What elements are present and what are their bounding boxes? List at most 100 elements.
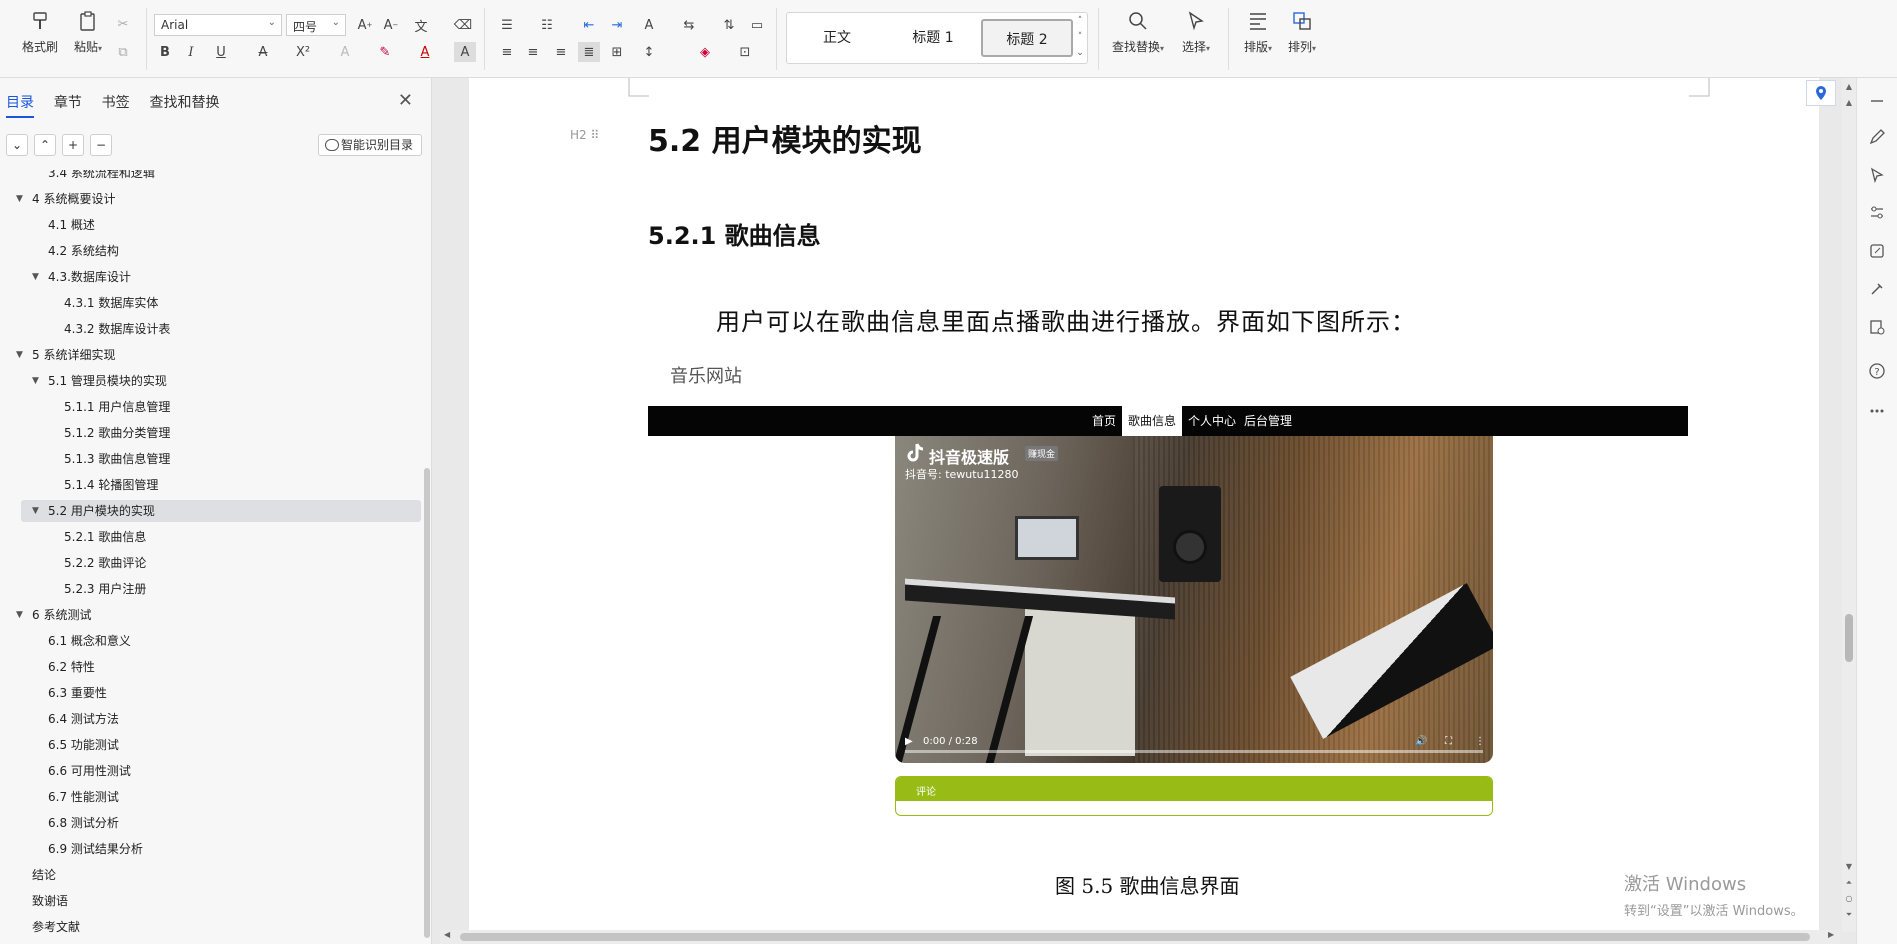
scroll-up-icon[interactable]: ▲ <box>1842 98 1856 107</box>
toc-item[interactable]: 参考文献 <box>0 916 424 938</box>
expand-toggle-icon[interactable]: ▼ <box>16 604 23 626</box>
toc-item[interactable]: 4.2 系统结构 <box>0 240 424 262</box>
distribute-icon[interactable]: ⊞ <box>606 42 628 62</box>
toc-item[interactable]: 6.5 功能测试 <box>0 734 424 756</box>
font-color-icon[interactable]: A <box>414 42 436 62</box>
shrink-font-icon[interactable]: A − <box>380 15 402 35</box>
toc-item[interactable]: 6.7 性能测试 <box>0 786 424 808</box>
numbered-list-icon[interactable]: ☷ <box>536 15 558 35</box>
expand-toggle-icon[interactable]: ▼ <box>32 500 39 522</box>
tools-icon[interactable] <box>1868 280 1886 298</box>
highlight-icon[interactable]: ✎ <box>374 42 396 62</box>
font-size-select[interactable]: 四号 ⌄ <box>286 14 346 36</box>
char-shading-icon[interactable]: A <box>454 42 476 62</box>
scroll-left-icon[interactable]: ◀ <box>444 930 450 939</box>
collapse-up-button[interactable]: ⌃ <box>34 134 56 156</box>
expand-toggle-icon[interactable]: ▼ <box>32 266 39 288</box>
underline-icon[interactable]: U <box>210 42 232 62</box>
toc-item[interactable]: 6.2 特性 <box>0 656 424 678</box>
toc-item[interactable]: 6.9 测试结果分析 <box>0 838 424 860</box>
toc-item[interactable]: 5.1.1 用户信息管理 <box>0 396 424 418</box>
toc-item[interactable]: 5.1.4 轮播图管理 <box>0 474 424 496</box>
expand-all-button[interactable]: ⌄ <box>6 134 28 156</box>
font-name-select[interactable]: Arial ⌄ <box>154 14 282 36</box>
toc-item[interactable]: ▼ 4.3.数据库设计 <box>0 266 424 288</box>
review-icon[interactable] <box>1868 318 1886 336</box>
next-page-icon[interactable]: ⏷ <box>1842 910 1856 920</box>
copy-icon[interactable]: ⧉ <box>112 42 134 62</box>
toc-item[interactable]: 5.2.1 歌曲信息 <box>0 526 424 548</box>
toc-item[interactable]: 6.1 概念和意义 <box>0 630 424 652</box>
pointer-icon[interactable] <box>1868 166 1886 184</box>
prev-page-icon[interactable]: ⏶ <box>1842 878 1856 888</box>
select-button[interactable]: 选择▾ <box>1174 10 1218 55</box>
toc-item[interactable]: ▼ 5.1 管理员模块的实现 <box>0 370 424 392</box>
scroll-right-icon[interactable]: ▶ <box>1828 930 1834 939</box>
sort-icon[interactable]: ⇆ <box>678 15 700 35</box>
toc-item[interactable]: 5.1.2 歌曲分类管理 <box>0 422 424 444</box>
nav-scrollbar[interactable] <box>424 468 430 938</box>
toc-item[interactable]: 5.2.3 用户注册 <box>0 578 424 600</box>
expand-toggle-icon[interactable]: ▼ <box>16 188 23 210</box>
find-replace-button[interactable]: 查找替换▾ <box>1108 10 1168 55</box>
expand-toggle-icon[interactable]: ▼ <box>32 370 39 392</box>
vertical-scrollbar[interactable]: ▲ ▲ ▼ ⏶ ○ ⏷ <box>1842 78 1856 932</box>
paste-button[interactable]: 粘贴▾ <box>64 10 112 55</box>
edit-panel-icon[interactable] <box>1868 242 1886 260</box>
toc-item[interactable]: 结论 <box>0 864 424 886</box>
style-heading-2[interactable]: 标题 2 <box>981 19 1073 57</box>
scroll-up-icon[interactable]: ▲ <box>1842 82 1856 91</box>
pen-icon[interactable] <box>1868 128 1886 146</box>
location-pin-button[interactable] <box>1806 80 1836 106</box>
toc-item[interactable]: ▼ 6 系统测试 <box>0 604 424 626</box>
expand-toggle-icon[interactable]: ▼ <box>16 344 23 366</box>
horizontal-scrollbar[interactable]: ◀ ▶ <box>440 930 1840 944</box>
superscript-icon[interactable]: X² <box>292 42 314 62</box>
style-normal[interactable]: 正文 <box>791 19 883 57</box>
minimize-rail-icon[interactable] <box>1868 92 1886 110</box>
toc-item[interactable]: 5.2.2 歌曲评论 <box>0 552 424 574</box>
clear-format-icon[interactable]: ⌫ <box>452 15 474 35</box>
toc-item[interactable]: 6.4 测试方法 <box>0 708 424 730</box>
increase-indent-icon[interactable]: ⇥ <box>606 15 628 35</box>
strikethrough-icon[interactable]: A <box>252 42 274 62</box>
line-spacing-icon[interactable]: ↕ <box>638 42 660 62</box>
toc-item[interactable]: 4.3.2 数据库设计表 <box>0 318 424 340</box>
cut-icon[interactable]: ✂ <box>112 14 134 34</box>
toc-item[interactable]: 致谢语 <box>0 890 424 912</box>
align-center-icon[interactable]: ≡ <box>522 42 544 62</box>
grow-font-icon[interactable]: A + <box>354 15 376 35</box>
show-marks-icon[interactable]: ▭ <box>746 15 768 35</box>
horizontal-scroll-thumb[interactable] <box>460 933 1810 941</box>
bold-icon[interactable]: B <box>154 42 176 62</box>
tab-bookmarks[interactable]: 书签 <box>102 92 130 116</box>
toc-item[interactable]: ▼ 5.2 用户模块的实现 <box>0 500 424 522</box>
format-painter-button[interactable]: 格式刷 <box>16 10 64 55</box>
justify-icon[interactable]: ≣ <box>578 42 600 62</box>
vertical-scroll-thumb[interactable] <box>1845 614 1853 662</box>
shading-icon[interactable]: ◈ <box>694 42 716 62</box>
bullet-list-icon[interactable]: ☰ <box>496 15 518 35</box>
more-icon[interactable] <box>1868 402 1886 420</box>
toc-item[interactable]: 3.4 系统流程和逻辑 <box>0 170 424 184</box>
text-direction-icon[interactable]: A <box>638 15 660 35</box>
arrange-button[interactable]: 排列▾ <box>1280 10 1324 55</box>
toc-item[interactable]: 5.1.3 歌曲信息管理 <box>0 448 424 470</box>
close-icon[interactable]: ✕ <box>398 90 413 111</box>
toc-item[interactable]: ▼ 4 系统概要设计 <box>0 188 424 210</box>
toc-item[interactable]: 4.3.1 数据库实体 <box>0 292 424 314</box>
tab-chapters[interactable]: 章节 <box>54 92 82 116</box>
toc-item[interactable]: ▼ 5 系统详细实现 <box>0 344 424 366</box>
add-entry-button[interactable]: + <box>62 134 84 156</box>
sort-az-icon[interactable]: ⇅ <box>718 15 740 35</box>
tab-toc[interactable]: 目录 <box>6 92 34 118</box>
remove-entry-button[interactable]: − <box>90 134 112 156</box>
style-heading-1[interactable]: 标题 1 <box>887 19 979 57</box>
toc-item[interactable]: 4.1 概述 <box>0 214 424 236</box>
align-left-icon[interactable]: ≡ <box>496 42 518 62</box>
sliders-icon[interactable] <box>1868 204 1886 222</box>
decrease-indent-icon[interactable]: ⇤ <box>578 15 600 35</box>
phonetic-icon[interactable]: 文 <box>410 15 432 35</box>
toc-item[interactable]: 6.6 可用性测试 <box>0 760 424 782</box>
text-effect-icon[interactable]: A <box>334 42 356 62</box>
